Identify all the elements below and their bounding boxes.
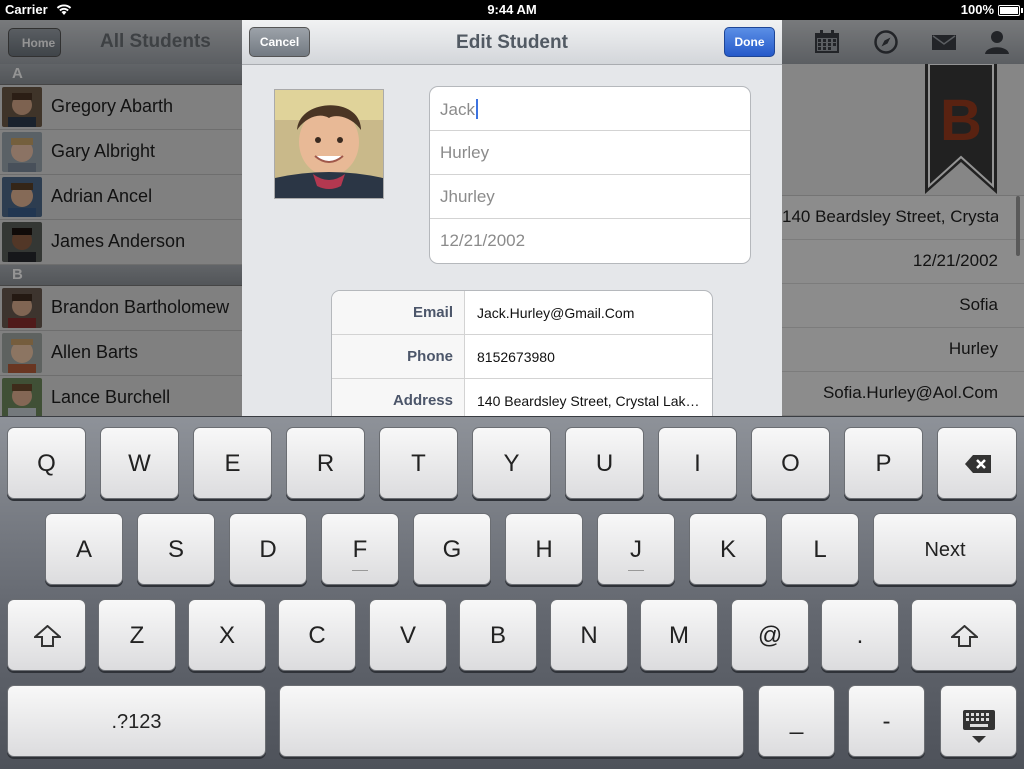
key-x[interactable]: X bbox=[188, 599, 266, 671]
key-h[interactable]: H bbox=[505, 513, 583, 585]
key-f-label: F bbox=[352, 536, 368, 563]
key-v[interactable]: V bbox=[369, 599, 447, 671]
phone-row[interactable]: Phone 8152673980 bbox=[332, 335, 712, 379]
status-bar: Carrier 9:44 AM 100% bbox=[0, 0, 1024, 20]
last-name-field[interactable]: Hurley bbox=[430, 131, 750, 175]
keyboard-dismiss-key[interactable] bbox=[940, 685, 1017, 757]
space-bar[interactable] bbox=[279, 685, 744, 757]
key-i[interactable]: I bbox=[658, 427, 737, 499]
key-t[interactable]: T bbox=[379, 427, 458, 499]
key-q[interactable]: Q bbox=[7, 427, 86, 499]
key-m[interactable]: M bbox=[640, 599, 718, 671]
key-d[interactable]: D bbox=[229, 513, 307, 585]
key-b[interactable]: B bbox=[459, 599, 537, 671]
key-s[interactable]: S bbox=[137, 513, 215, 585]
battery-icon bbox=[998, 5, 1023, 16]
modal-title: Edit Student bbox=[456, 32, 568, 53]
first-name-wrap: Jack bbox=[440, 99, 478, 120]
backspace-icon bbox=[965, 455, 991, 473]
address-row[interactable]: Address 140 Beardsley Street, Crystal La… bbox=[332, 379, 712, 416]
first-name-value: Jack bbox=[440, 100, 475, 119]
backspace-key[interactable] bbox=[937, 427, 1017, 499]
birthdate-field[interactable]: 12/21/2002 bbox=[430, 219, 750, 262]
key-a[interactable]: A bbox=[45, 513, 123, 585]
email-label: Email bbox=[332, 291, 465, 334]
next-key[interactable]: Next bbox=[873, 513, 1017, 585]
key-period[interactable]: . bbox=[821, 599, 899, 671]
key-at[interactable]: @ bbox=[731, 599, 809, 671]
key-dash[interactable]: - bbox=[848, 685, 925, 757]
username-field[interactable]: Jhurley bbox=[430, 175, 750, 219]
done-button[interactable]: Done bbox=[724, 27, 775, 57]
key-c[interactable]: C bbox=[278, 599, 356, 671]
phone-field[interactable]: 8152673980 bbox=[477, 335, 707, 379]
key-g[interactable]: G bbox=[413, 513, 491, 585]
shift-left-key[interactable] bbox=[7, 599, 86, 671]
last-name-value: Hurley bbox=[440, 143, 490, 162]
numbers-key[interactable]: .?123 bbox=[7, 685, 266, 757]
key-l[interactable]: L bbox=[781, 513, 859, 585]
username-value: Jhurley bbox=[440, 187, 495, 206]
text-cursor bbox=[475, 99, 478, 119]
home-row-marker bbox=[352, 570, 368, 571]
on-screen-keyboard: Q W E R T Y U I O P A S D F G H J K L Ne… bbox=[0, 416, 1024, 769]
key-e[interactable]: E bbox=[193, 427, 272, 499]
key-k[interactable]: K bbox=[689, 513, 767, 585]
key-o[interactable]: O bbox=[751, 427, 830, 499]
key-f[interactable]: F bbox=[321, 513, 399, 585]
key-n[interactable]: N bbox=[550, 599, 628, 671]
contact-fields-group: Email Jack.Hurley@Gmail.Com Phone 815267… bbox=[331, 290, 713, 416]
shift-icon bbox=[951, 625, 978, 647]
student-photo[interactable] bbox=[274, 89, 384, 199]
name-fields-group: Jack Hurley Jhurley 12/21/2002 bbox=[429, 86, 751, 264]
shift-right-key[interactable] bbox=[911, 599, 1017, 671]
key-r[interactable]: R bbox=[286, 427, 365, 499]
key-j[interactable]: J bbox=[597, 513, 675, 585]
keyboard-dismiss-icon bbox=[963, 710, 995, 743]
shift-icon bbox=[34, 625, 61, 647]
key-u[interactable]: U bbox=[565, 427, 644, 499]
student-photo-image bbox=[275, 90, 383, 198]
address-field[interactable]: 140 Beardsley Street, Crystal Lak… bbox=[477, 379, 707, 416]
modal-nav-bar: Cancel Edit Student Done bbox=[242, 20, 782, 65]
email-row[interactable]: Email Jack.Hurley@Gmail.Com bbox=[332, 291, 712, 335]
email-field[interactable]: Jack.Hurley@Gmail.Com bbox=[477, 291, 707, 335]
key-p[interactable]: P bbox=[844, 427, 923, 499]
clock: 9:44 AM bbox=[487, 2, 537, 17]
key-z[interactable]: Z bbox=[98, 599, 176, 671]
key-y[interactable]: Y bbox=[472, 427, 551, 499]
home-row-marker bbox=[628, 570, 644, 571]
key-j-label: J bbox=[630, 536, 642, 563]
address-label: Address bbox=[332, 379, 465, 416]
first-name-field[interactable]: Jack bbox=[430, 87, 750, 131]
phone-label: Phone bbox=[332, 335, 465, 378]
key-w[interactable]: W bbox=[100, 427, 179, 499]
key-underscore[interactable]: _ bbox=[758, 685, 835, 757]
edit-student-modal: Cancel Edit Student Done Jack Hurley Jhu… bbox=[242, 20, 782, 416]
battery-percent: 100% bbox=[960, 2, 994, 17]
birthdate-value: 12/21/2002 bbox=[440, 231, 526, 250]
